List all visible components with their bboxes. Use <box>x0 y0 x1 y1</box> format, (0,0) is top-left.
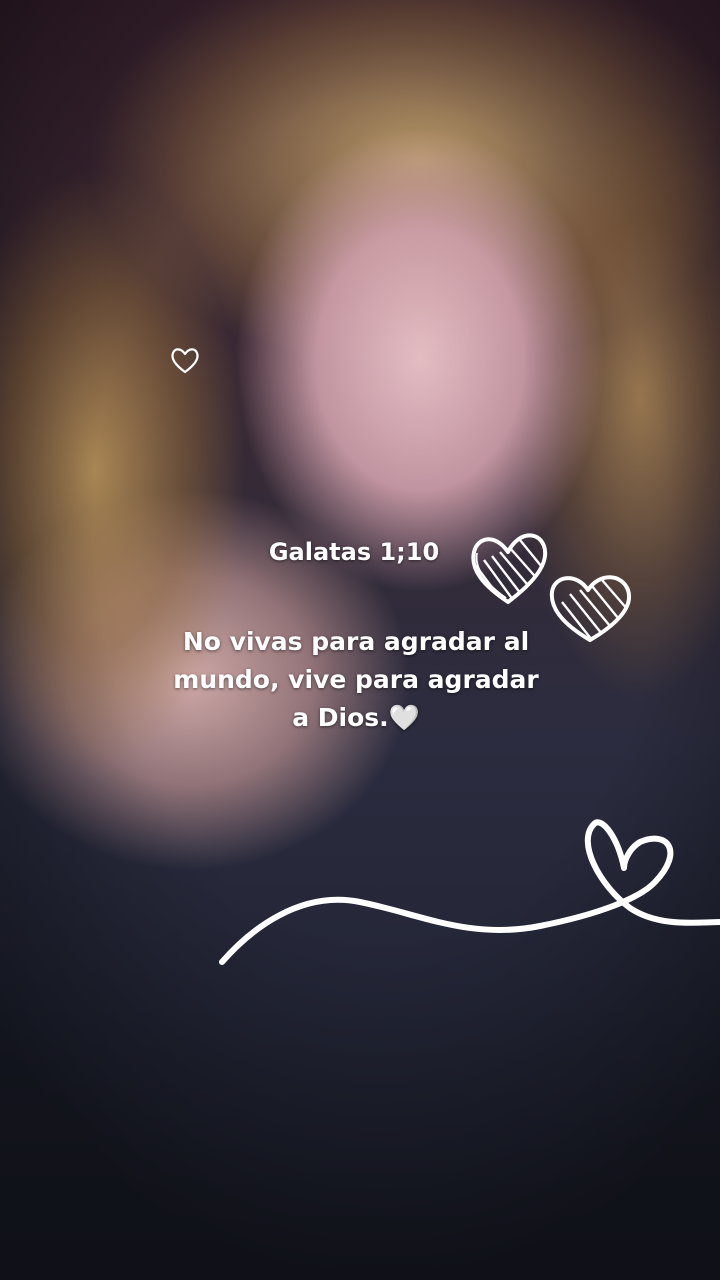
quote-line: No vivas para agradar al <box>182 627 530 656</box>
quote-line: mundo, vive para agradar <box>173 665 539 694</box>
heart-outline-icon <box>171 348 199 374</box>
heart-swirl-line-icon <box>219 819 720 965</box>
quote-line: a Dios.🤍 <box>292 703 420 732</box>
verse-quote: No vivas para agradar al mundo, vive par… <box>0 623 716 737</box>
verse-reference: Galatas 1;10 <box>268 538 440 566</box>
story-view[interactable]: Galatas 1;10 No vivas para agradar al mu… <box>0 0 720 1280</box>
